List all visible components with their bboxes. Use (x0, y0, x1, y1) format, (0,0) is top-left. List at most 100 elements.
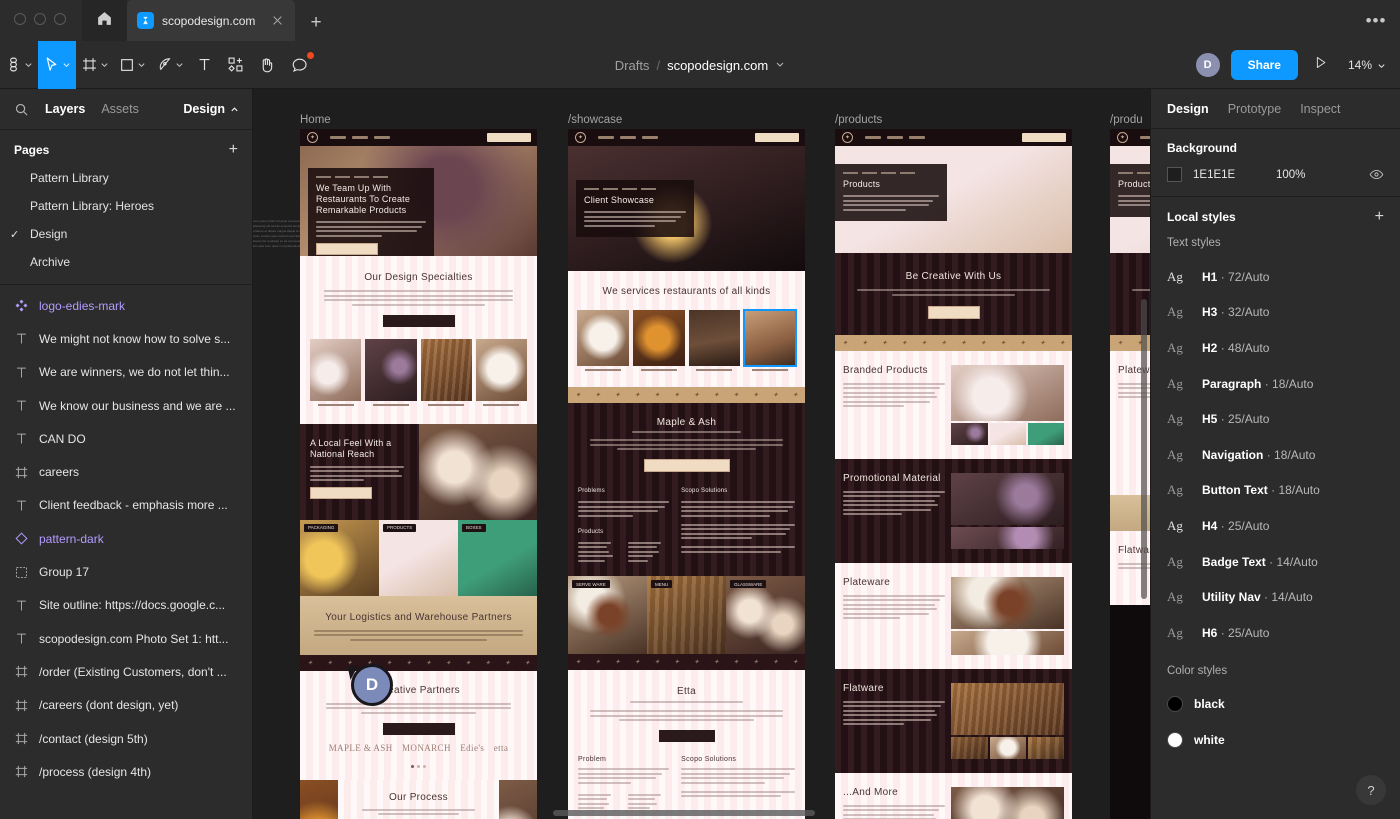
browser-more-button[interactable]: ••• (1364, 11, 1388, 31)
breadcrumb-project[interactable]: Drafts (615, 58, 650, 73)
new-tab-button[interactable]: + (305, 11, 327, 33)
layer-item[interactable]: We are winners, we do not let thin... (0, 356, 252, 389)
restaurant-type-card-selected[interactable] (743, 309, 797, 375)
text-style-item[interactable]: Ag H1 · 72/Auto (1167, 259, 1384, 295)
tab-assets[interactable]: Assets (101, 102, 139, 116)
case-photo-row: SERVE WARE MENU GLASSWARE (568, 576, 805, 654)
canvas-horizontal-scrollbar[interactable] (553, 810, 815, 816)
background-hex-value[interactable]: 1E1E1E (1193, 169, 1265, 181)
layer-item[interactable]: /order (Existing Customers, don't ... (0, 655, 252, 688)
text-style-item[interactable]: Ag H6 · 25/Auto (1167, 615, 1384, 651)
layer-item[interactable]: scopodesign.com Photo Set 1: htt... (0, 622, 252, 655)
text-style-item[interactable]: Ag H5 · 25/Auto (1167, 401, 1384, 437)
left-panel-design-toggle[interactable]: Design (183, 102, 239, 116)
background-opacity-value[interactable]: 100% (1276, 169, 1358, 181)
layer-item[interactable]: careers (0, 455, 252, 488)
frame-tool-button[interactable] (76, 41, 114, 89)
chevron-down-icon (1378, 63, 1385, 68)
frame-label-showcase[interactable]: /showcase (568, 114, 622, 126)
hand-tool-button[interactable] (251, 41, 283, 89)
hero-title: Products (1118, 179, 1150, 189)
pen-tool-button[interactable] (151, 41, 189, 89)
tab-layers[interactable]: Layers (45, 102, 85, 116)
frame-label-products-2[interactable]: /produ (1110, 114, 1143, 126)
frame-icon (14, 465, 29, 480)
text-style-item[interactable]: Ag H4 · 25/Auto (1167, 508, 1384, 544)
home-button[interactable] (82, 0, 127, 41)
layer-item[interactable]: Client feedback - emphasis more ... (0, 489, 252, 522)
maximize-window-button[interactable] (54, 13, 66, 25)
figma-menu-button[interactable] (0, 41, 38, 89)
text-style-item[interactable]: Ag Utility Nav · 14/Auto (1167, 579, 1384, 615)
be-creative-section: Be Creative With Us (835, 253, 1072, 335)
page-item-pattern-library-heroes[interactable]: Pattern Library: Heroes (0, 192, 252, 220)
present-button[interactable] (1308, 52, 1334, 78)
layer-item[interactable]: Site outline: https://docs.google.c... (0, 589, 252, 622)
tab-design[interactable]: Design (1167, 102, 1209, 116)
close-window-button[interactable] (14, 13, 26, 25)
browser-tab[interactable]: scopodesign.com (127, 0, 295, 41)
visibility-eye-icon[interactable] (1369, 167, 1384, 182)
page-item-archive[interactable]: Archive (0, 248, 252, 276)
section-body-lines (324, 290, 513, 306)
text-style-item[interactable]: Ag Navigation · 18/Auto (1167, 437, 1384, 473)
add-style-button[interactable]: + (1375, 209, 1384, 225)
add-page-button[interactable]: + (229, 142, 238, 158)
text-style-item[interactable]: Ag Badge Text · 14/Auto (1167, 544, 1384, 580)
frame-showcase[interactable]: ✦ Client Showcase We services restaurant… (568, 129, 805, 819)
layer-item[interactable]: pattern-dark (0, 522, 252, 555)
text-style-item[interactable]: Ag Button Text · 18/Auto (1167, 473, 1384, 509)
layer-item[interactable]: /careers (dont design, yet) (0, 689, 252, 722)
resources-button[interactable] (219, 41, 251, 89)
shape-tool-button[interactable] (114, 41, 151, 89)
cursor-arrow-icon (43, 56, 60, 73)
layer-label: Group 17 (39, 565, 90, 580)
layer-label: Client feedback - emphasis more ... (39, 498, 228, 513)
frame-label-home[interactable]: Home (300, 114, 331, 126)
layer-item[interactable]: We know our business and we are ... (0, 389, 252, 422)
section-title: A Local Feel With a National Reach (310, 437, 392, 459)
tab-inspect[interactable]: Inspect (1300, 102, 1340, 116)
layer-item[interactable]: /contact (design 5th) (0, 722, 252, 755)
and-more-photos (951, 786, 1064, 819)
move-tool-button[interactable] (38, 40, 76, 89)
layer-item[interactable]: Group 17 (0, 555, 252, 588)
search-icon[interactable] (14, 102, 29, 117)
help-button[interactable]: ? (1356, 775, 1386, 805)
layer-item[interactable]: logo-edies-mark (0, 289, 252, 322)
layer-item[interactable]: We might not know how to solve s... (0, 322, 252, 355)
share-button[interactable]: Share (1230, 50, 1298, 80)
chevron-down-icon[interactable] (775, 59, 785, 71)
canvas-vertical-scrollbar[interactable] (1141, 299, 1147, 599)
comment-tool-button[interactable] (283, 41, 317, 89)
background-color-swatch[interactable] (1167, 167, 1182, 182)
page-item-design[interactable]: ✓ Design (0, 220, 252, 248)
design-canvas[interactable]: lorem ipsum dolor sit amet consectetur a… (253, 89, 1150, 819)
color-style-item[interactable]: white (1167, 722, 1384, 758)
text-tool-button[interactable] (189, 41, 219, 89)
frame-home[interactable]: ✦ We Team Up With Restaurants To Create … (300, 129, 537, 819)
minimize-window-button[interactable] (34, 13, 46, 25)
chevron-down-icon (25, 63, 32, 68)
frame-products[interactable]: ✦ Products Be Creative With Us ✦ ✦ ✦ ✦ ✦… (835, 129, 1072, 819)
tab-prototype[interactable]: Prototype (1228, 102, 1282, 116)
frame-label-products[interactable]: /products (835, 114, 882, 126)
text-style-preview-icon: Ag (1167, 589, 1183, 605)
page-item-pattern-library[interactable]: Pattern Library (0, 164, 252, 192)
page-label: Pattern Library (30, 171, 109, 185)
text-style-label: Paragraph · 18/Auto (1202, 376, 1314, 391)
avatar[interactable]: D (1194, 52, 1221, 78)
close-icon[interactable] (270, 13, 285, 28)
layer-item[interactable]: CAN DO (0, 422, 252, 455)
section-title: Promotional Material (843, 472, 941, 484)
photo-tag: GLASSWARE (730, 580, 767, 588)
frame-icon (14, 664, 29, 679)
text-style-item[interactable]: Ag Paragraph · 18/Auto (1167, 366, 1384, 402)
browser-tab-title: scopodesign.com (162, 13, 256, 28)
breadcrumb-file-name[interactable]: scopodesign.com (667, 58, 768, 73)
zoom-control[interactable]: 14% (1344, 58, 1390, 72)
layer-item[interactable]: /process (design 4th) (0, 755, 252, 788)
text-style-item[interactable]: Ag H2 · 48/Auto (1167, 330, 1384, 366)
text-style-item[interactable]: Ag H3 · 32/Auto (1167, 295, 1384, 331)
color-style-item[interactable]: black (1167, 687, 1384, 723)
